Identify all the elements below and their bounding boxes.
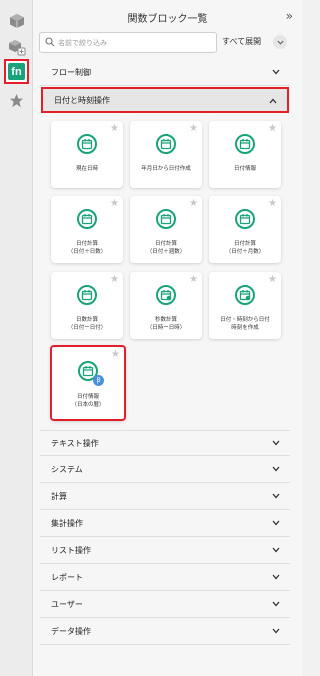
chevron-down-icon — [272, 547, 280, 553]
cube-icon[interactable] — [4, 8, 29, 33]
category-label: システム — [51, 465, 83, 474]
search-row: すべて展開 — [33, 32, 302, 54]
category-date-time[interactable]: 日付と時刻操作 — [41, 87, 289, 113]
block-label: 日付情報 （日本の暦） — [71, 394, 105, 408]
calendar-icon — [235, 134, 255, 154]
category-system[interactable]: システム — [40, 457, 290, 483]
block-card-current-datetime[interactable]: ★ 現在日時 — [51, 121, 123, 188]
block-label: 日付・時刻から日付 時刻を作成 — [220, 317, 270, 331]
block-card-datetime-from-date-time[interactable]: ★ 日付・時刻から日付 時刻を作成 — [209, 272, 281, 339]
chevron-down-icon — [272, 440, 280, 446]
panel-title: 関数ブロック一覧 — [127, 13, 208, 25]
block-label: 日付計算 （日付＋日数） — [67, 241, 107, 255]
calendar-icon — [235, 209, 255, 229]
expand-all-chevron-icon[interactable] — [273, 35, 287, 49]
category-label: データ操作 — [51, 627, 91, 636]
category-label: ユーザー — [51, 600, 83, 609]
block-label: 日付計算 （日付＋週数） — [146, 241, 186, 255]
favorites-star-icon[interactable] — [4, 88, 29, 113]
block-label: 秒数計算 （日時ー日時） — [146, 317, 186, 331]
chevron-down-icon — [272, 520, 280, 526]
search-input[interactable] — [58, 38, 208, 47]
calendar-icon — [156, 209, 176, 229]
chevron-up-icon — [269, 98, 277, 104]
panel-header: 関数ブロック一覧 » — [33, 0, 302, 34]
favorite-star-icon[interactable]: ★ — [189, 274, 198, 285]
favorite-star-icon[interactable]: ★ — [110, 274, 119, 285]
block-label: 日付情報 — [233, 166, 256, 172]
expand-all-button[interactable]: すべて展開 — [222, 36, 261, 47]
favorite-star-icon[interactable]: ★ — [189, 123, 198, 134]
block-card-date-from-ymd[interactable]: ★ 年月日から日付作成 — [130, 121, 202, 188]
chevron-down-icon — [272, 69, 280, 75]
function-block-panel: 関数ブロック一覧 » すべて展開 フロー制御 日付と時刻操作 ★ 現在日時 ★ … — [33, 0, 302, 676]
category-label: 日付と時刻操作 — [54, 95, 110, 105]
favorite-star-icon[interactable]: ★ — [189, 198, 198, 209]
block-label: 年月日から日付作成 — [141, 166, 191, 172]
block-label: 日数計算 （日付ー日付） — [67, 317, 107, 331]
block-label: 日付計算 （日付＋月数） — [225, 241, 265, 255]
favorite-star-icon[interactable]: ★ — [268, 198, 277, 209]
block-label: 現在日時 — [75, 166, 98, 172]
search-box[interactable] — [39, 32, 217, 53]
block-card-date-plus-weeks[interactable]: ★ 日付計算 （日付＋週数） — [130, 196, 202, 263]
calendar-icon — [77, 209, 97, 229]
block-card-japanese-calendar[interactable]: ★ β 日付情報 （日本の暦） — [50, 345, 126, 421]
category-flow-control[interactable]: フロー制御 — [40, 60, 290, 86]
beta-badge: β — [93, 375, 104, 386]
collapse-panel-button[interactable]: » — [286, 9, 293, 23]
category-list[interactable]: リスト操作 — [40, 538, 290, 564]
chevron-down-icon — [272, 574, 280, 580]
block-card-days-between[interactable]: ★ 日数計算 （日付ー日付） — [51, 272, 123, 339]
chevron-down-icon — [272, 493, 280, 499]
favorite-star-icon[interactable]: ★ — [110, 198, 119, 209]
search-icon — [45, 37, 55, 47]
function-block-tab[interactable]: fn — [4, 59, 29, 84]
favorite-star-icon[interactable]: ★ — [268, 274, 277, 285]
category-calculation[interactable]: 計算 — [40, 484, 290, 510]
calendar-clock-icon — [235, 285, 255, 305]
block-card-date-plus-months[interactable]: ★ 日付計算 （日付＋月数） — [209, 196, 281, 263]
category-data[interactable]: データ操作 — [40, 619, 290, 645]
category-label: 計算 — [51, 492, 67, 501]
category-aggregation[interactable]: 集計操作 — [40, 511, 290, 537]
fn-icon: fn — [8, 63, 25, 80]
chevron-down-icon — [272, 466, 280, 472]
category-label: フロー制御 — [51, 68, 91, 77]
favorite-star-icon[interactable]: ★ — [110, 123, 119, 134]
favorite-star-icon[interactable]: ★ — [268, 123, 277, 134]
calendar-icon — [77, 285, 97, 305]
category-user[interactable]: ユーザー — [40, 592, 290, 618]
calendar-icon — [77, 134, 97, 154]
favorite-star-icon[interactable]: ★ — [111, 349, 120, 360]
category-label: テキスト操作 — [51, 438, 99, 448]
block-card-seconds-between[interactable]: ★ 秒数計算 （日時ー日時） — [130, 272, 202, 339]
category-text[interactable]: テキスト操作 — [40, 430, 290, 456]
category-report[interactable]: レポート — [40, 565, 290, 591]
block-card-date-plus-days[interactable]: ★ 日付計算 （日付＋日数） — [51, 196, 123, 263]
block-card-date-info[interactable]: ★ 日付情報 — [209, 121, 281, 188]
chevron-down-icon — [272, 601, 280, 607]
calendar-clock-icon — [156, 285, 176, 305]
category-label: 集計操作 — [51, 519, 83, 528]
calendar-icon — [156, 134, 176, 154]
left-rail: fn — [0, 0, 33, 676]
cube-add-icon[interactable] — [4, 34, 29, 59]
category-label: レポート — [51, 573, 83, 582]
chevron-down-icon — [272, 628, 280, 634]
category-label: リスト操作 — [51, 546, 91, 555]
